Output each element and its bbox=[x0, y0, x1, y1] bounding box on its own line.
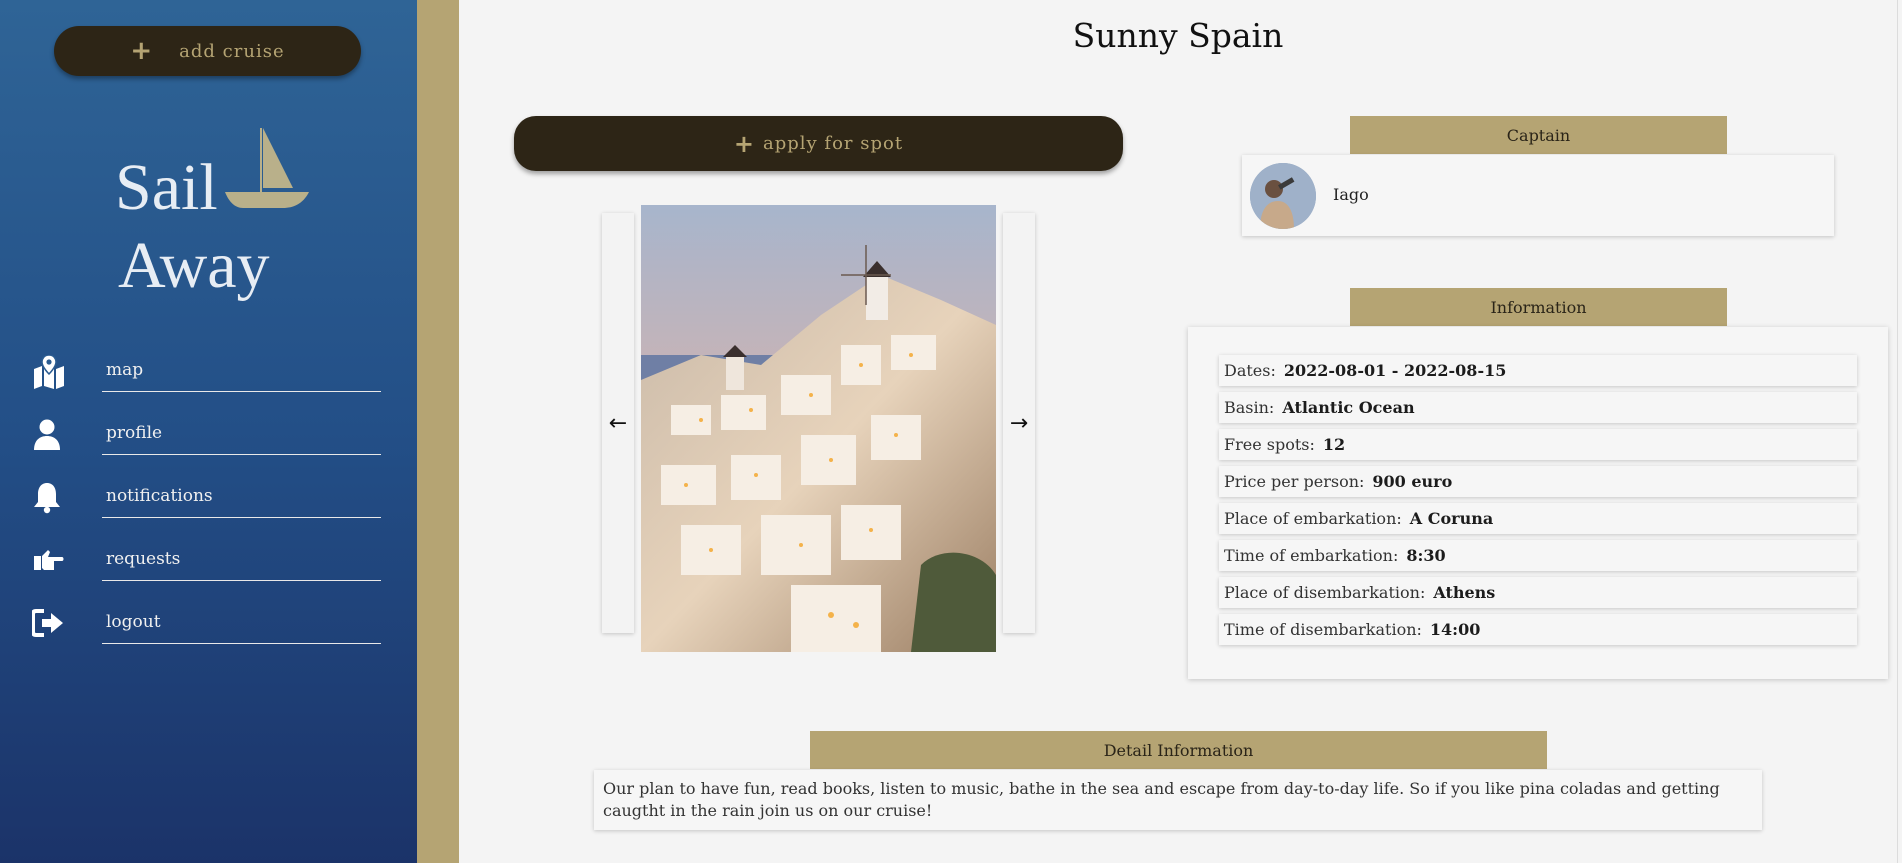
divider bbox=[102, 454, 381, 455]
information-card: Dates: 2022-08-01 - 2022-08-15 Basin: At… bbox=[1188, 327, 1888, 679]
info-value: 14:00 bbox=[1429, 620, 1481, 639]
logo-word-1: Sail bbox=[115, 151, 218, 224]
info-row-price: Price per person: 900 euro bbox=[1219, 466, 1857, 497]
detail-heading: Detail Information bbox=[810, 731, 1547, 769]
info-row-embarkation-place: Place of embarkation: A Coruna bbox=[1219, 503, 1857, 534]
info-label: Dates: bbox=[1224, 361, 1276, 380]
info-value: 12 bbox=[1322, 435, 1346, 454]
sidebar-item-label: logout bbox=[106, 612, 161, 632]
user-icon bbox=[32, 418, 66, 452]
info-row-disembarkation-time: Time of disembarkation: 14:00 bbox=[1219, 614, 1857, 645]
divider bbox=[102, 517, 381, 518]
add-cruise-button[interactable]: + add cruise bbox=[54, 26, 361, 76]
info-label: Place of embarkation: bbox=[1224, 509, 1402, 528]
info-label: Time of disembarkation: bbox=[1224, 620, 1422, 639]
detail-text: Our plan to have fun, read books, listen… bbox=[594, 770, 1762, 830]
logout-icon bbox=[31, 607, 66, 641]
info-label: Price per person: bbox=[1224, 472, 1365, 491]
info-row-embarkation-time: Time of embarkation: 8:30 bbox=[1219, 540, 1857, 571]
captain-card[interactable]: Iago bbox=[1242, 155, 1834, 236]
hand-pointing-icon bbox=[32, 544, 66, 578]
info-label: Time of embarkation: bbox=[1224, 546, 1399, 565]
arrow-right-icon: → bbox=[1009, 410, 1029, 436]
info-value: 2022-08-01 - 2022-08-15 bbox=[1283, 361, 1507, 380]
sailboat-icon bbox=[225, 128, 309, 208]
info-row-dates: Dates: 2022-08-01 - 2022-08-15 bbox=[1219, 355, 1857, 386]
divider bbox=[102, 643, 381, 644]
info-row-disembarkation-place: Place of disembarkation: Athens bbox=[1219, 577, 1857, 608]
plus-icon: + bbox=[130, 36, 154, 66]
info-label: Free spots: bbox=[1224, 435, 1315, 454]
sidebar-item-profile[interactable]: profile bbox=[0, 410, 417, 473]
info-value: Atlantic Ocean bbox=[1282, 398, 1415, 417]
sidebar-item-label: notifications bbox=[106, 486, 213, 506]
info-value: Athens bbox=[1433, 583, 1496, 602]
info-value: A Coruna bbox=[1409, 509, 1494, 528]
info-row-basin: Basin: Atlantic Ocean bbox=[1219, 392, 1857, 423]
cruise-photo bbox=[641, 205, 996, 652]
sidebar-nav: map profile notifications requests logou… bbox=[0, 347, 417, 662]
bell-icon bbox=[32, 481, 66, 515]
sidebar-item-label: profile bbox=[106, 423, 163, 443]
map-icon bbox=[32, 354, 66, 389]
apply-label: apply for spot bbox=[763, 133, 904, 154]
sidebar: + add cruise Sail Away map profile notif… bbox=[0, 0, 417, 863]
avatar bbox=[1250, 163, 1316, 229]
sidebar-item-logout[interactable]: logout bbox=[0, 599, 417, 662]
apply-for-spot-button[interactable]: + apply for spot bbox=[514, 116, 1123, 171]
app-logo: Sail Away bbox=[115, 120, 315, 320]
captain-heading: Captain bbox=[1350, 116, 1727, 154]
captain-name: Iago bbox=[1333, 185, 1369, 204]
information-heading: Information bbox=[1350, 288, 1727, 326]
divider bbox=[102, 391, 381, 392]
logo-word-2: Away bbox=[118, 229, 270, 302]
info-row-free-spots: Free spots: 12 bbox=[1219, 429, 1857, 460]
sidebar-item-requests[interactable]: requests bbox=[0, 536, 417, 599]
page-title: Sunny Spain bbox=[1072, 16, 1284, 55]
plus-icon: + bbox=[733, 129, 755, 158]
sidebar-item-label: map bbox=[106, 360, 144, 380]
sidebar-item-label: requests bbox=[106, 549, 181, 569]
sidebar-item-notifications[interactable]: notifications bbox=[0, 473, 417, 536]
add-cruise-label: add cruise bbox=[179, 40, 285, 62]
carousel-prev-button[interactable]: ← bbox=[602, 213, 634, 633]
sidebar-item-map[interactable]: map bbox=[0, 347, 417, 410]
scrollbar-track bbox=[1897, 0, 1898, 863]
info-value: 900 euro bbox=[1372, 472, 1453, 491]
arrow-left-icon: ← bbox=[608, 410, 628, 436]
sidebar-edge bbox=[417, 0, 459, 863]
info-value: 8:30 bbox=[1406, 546, 1446, 565]
info-label: Basin: bbox=[1224, 398, 1275, 417]
info-label: Place of disembarkation: bbox=[1224, 583, 1426, 602]
carousel-next-button[interactable]: → bbox=[1003, 213, 1035, 633]
divider bbox=[102, 580, 381, 581]
